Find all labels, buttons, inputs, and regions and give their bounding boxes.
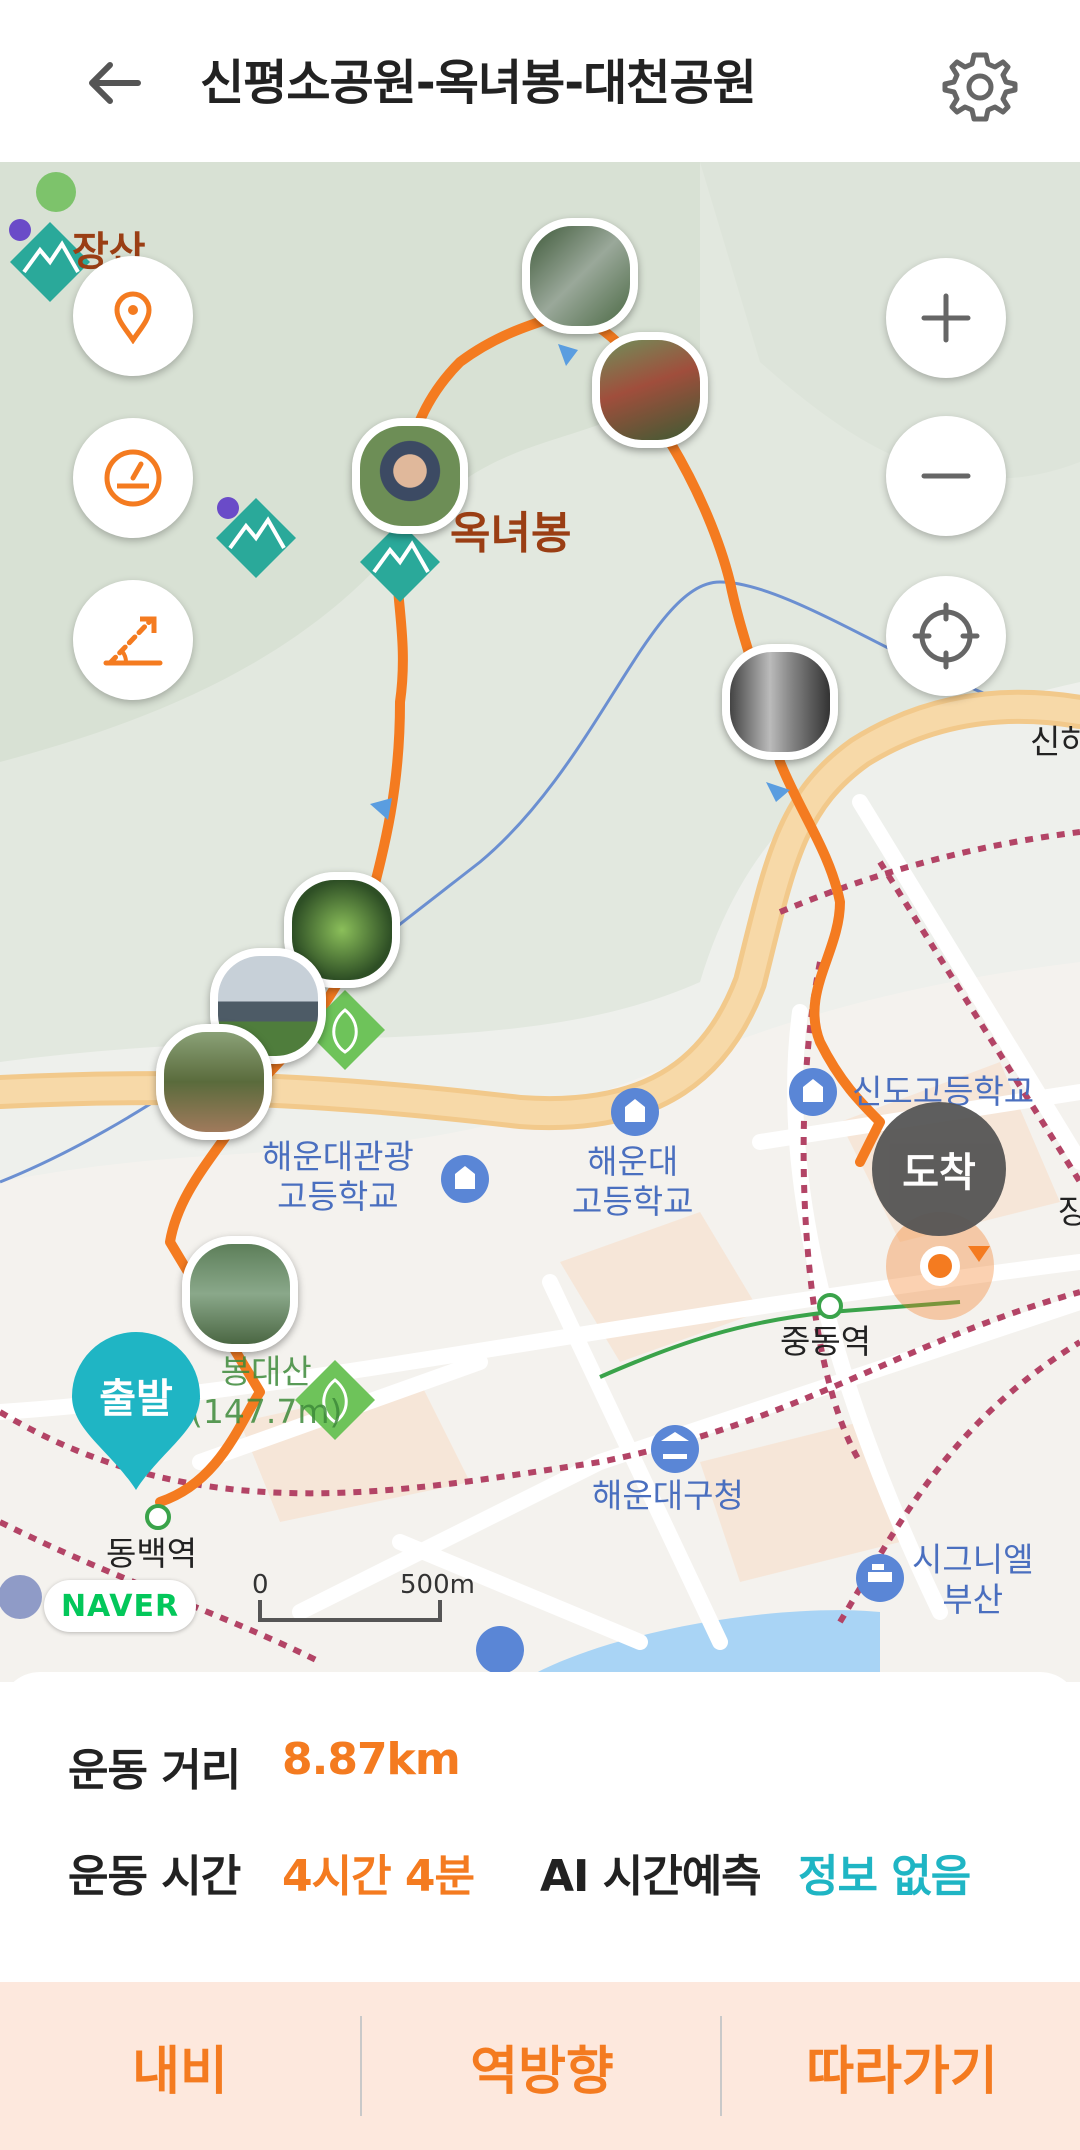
scale-zero: 0 <box>252 1570 269 1600</box>
crosshair-icon <box>912 602 980 670</box>
label-district-office: 해운대구청 <box>592 1476 744 1515</box>
label-okneobong: 옥녀봉 <box>450 508 572 559</box>
slope-button[interactable] <box>73 580 193 700</box>
time-value: 4시간 4분 <box>282 1851 475 1902</box>
end-marker-label: 도착 <box>902 1150 976 1196</box>
speedometer-button[interactable] <box>73 418 193 538</box>
minus-icon <box>921 473 971 479</box>
speedometer-icon <box>104 449 162 507</box>
stats-panel: 운동 거리 8.87km 운동 시간 4시간 4분 AI 시간예측 정보 없음 <box>0 1672 1080 1982</box>
label-school-haeundae-tourism: 해운대관광 고등학교 <box>262 1137 414 1216</box>
label-right-edge-top: 신하 <box>1030 722 1080 761</box>
start-marker-label: 출발 <box>99 1376 173 1422</box>
arrow-left-icon <box>89 62 141 104</box>
route-photo-waterfall-mid[interactable] <box>722 644 838 760</box>
distance-value: 8.87km <box>282 1734 461 1785</box>
action-bar: 내비 역방향 따라가기 <box>0 1982 1080 2150</box>
location-pin-button[interactable] <box>73 256 193 376</box>
location-pin-icon <box>114 291 152 344</box>
zoom-in-button[interactable] <box>886 258 1006 378</box>
scale-distance: 500m <box>400 1570 475 1600</box>
start-marker[interactable]: 출발 <box>70 1330 202 1492</box>
top-bar: 신평소공원-옥녀봉-대천공원 <box>0 0 1080 162</box>
ai-time-label: AI 시간예측 <box>540 1851 762 1902</box>
route-photo-waterfall-top[interactable] <box>522 218 638 334</box>
naver-logo: NAVER <box>44 1580 196 1632</box>
route-photo-forest-upper[interactable] <box>592 332 708 448</box>
back-button[interactable] <box>80 48 150 118</box>
page-title: 신평소공원-옥녀봉-대천공원 <box>200 55 757 111</box>
label-hotel: 시그니엘 부산 <box>912 1540 1034 1619</box>
label-bongdaesan: 봉대산 (147.7m) <box>190 1352 343 1431</box>
gear-icon <box>942 52 1018 122</box>
navi-button[interactable]: 내비 <box>0 1982 360 2150</box>
time-label: 운동 시간 <box>68 1851 241 1902</box>
label-right-edge-bottom: 장 <box>1058 1192 1080 1231</box>
label-dongbaek-station: 동백역 <box>106 1534 198 1573</box>
label-school-haeundae: 해운대 고등학교 <box>572 1142 694 1221</box>
follow-button[interactable]: 따라가기 <box>722 1982 1080 2150</box>
label-jungdong-station: 중동역 <box>780 1322 872 1361</box>
slope-icon <box>103 616 163 666</box>
my-location-button[interactable] <box>886 576 1006 696</box>
end-marker[interactable]: 도착 <box>872 1102 1006 1236</box>
ai-time-value: 정보 없음 <box>798 1851 971 1902</box>
plus-icon <box>921 293 971 343</box>
map-view[interactable]: 옥녀봉 장산 신하 해운대관광 고등학교 해운대 고등학교 신도고등학교 장 중… <box>0 162 1080 1682</box>
settings-button[interactable] <box>940 45 1020 125</box>
route-photo-trail[interactable] <box>156 1024 272 1140</box>
zoom-out-button[interactable] <box>886 416 1006 536</box>
distance-label: 운동 거리 <box>68 1745 241 1796</box>
reverse-button[interactable]: 역방향 <box>362 1982 722 2150</box>
scale-bar: 0 500m <box>252 1570 475 1624</box>
